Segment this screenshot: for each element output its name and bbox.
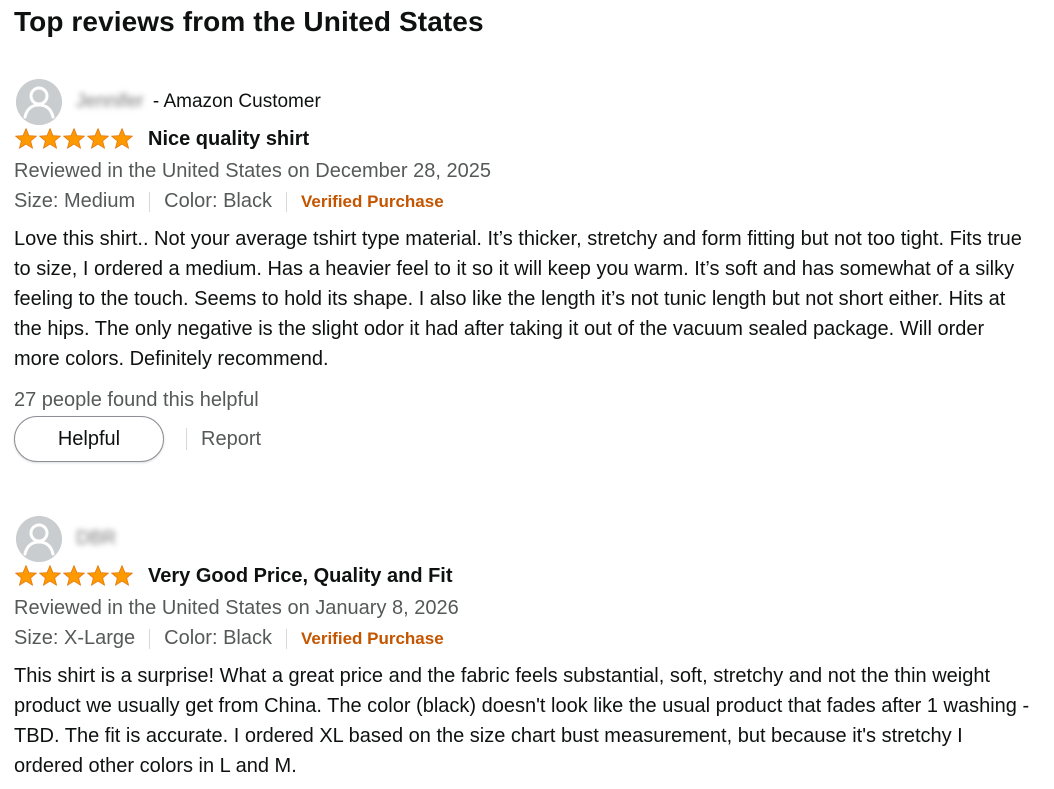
review-body: Love this shirt.. Not your average tshir… xyxy=(14,228,1022,370)
star-icon xyxy=(39,565,61,586)
avatar-icon xyxy=(16,79,62,125)
helpful-button[interactable]: Helpful xyxy=(14,416,164,462)
meta-divider xyxy=(149,628,151,649)
section-title: Top reviews from the United States xyxy=(14,6,484,37)
star-icon xyxy=(15,128,37,149)
reviewer-name-blurred: Jennifer xyxy=(76,91,144,112)
verified-purchase-badge[interactable]: Verified Purchase xyxy=(301,192,444,212)
reviewer-profile[interactable]: Jennifer - Amazon Customer xyxy=(14,78,321,126)
star-icon xyxy=(63,128,85,149)
star-rating[interactable] xyxy=(14,127,134,151)
review-title[interactable]: Very Good Price, Quality and Fit xyxy=(148,565,453,588)
verified-purchase-badge[interactable]: Verified Purchase xyxy=(301,629,444,649)
color-variant[interactable]: Color: Black xyxy=(164,190,272,213)
star-icon xyxy=(63,565,85,586)
review-meta: Size: Medium Color: Black Verified Purch… xyxy=(14,190,444,213)
size-variant[interactable]: Size: Medium xyxy=(14,190,135,213)
meta-divider xyxy=(285,628,287,649)
star-icon xyxy=(87,128,109,149)
meta-divider xyxy=(149,191,151,212)
reviewer-name: Jennifer - Amazon Customer xyxy=(76,91,321,113)
review-date: Reviewed in the United States on Decembe… xyxy=(14,160,491,182)
star-icon xyxy=(87,565,109,586)
report-link[interactable]: Report xyxy=(201,428,261,451)
star-icon xyxy=(39,128,61,149)
color-variant[interactable]: Color: Black xyxy=(164,627,272,650)
review-body: This shirt is a surprise! What a great p… xyxy=(14,665,1030,777)
reviewer-name-blurred: DBR xyxy=(76,528,117,549)
reviewer-name: DBR xyxy=(76,528,120,550)
meta-divider xyxy=(285,191,287,212)
reviewer-profile[interactable]: DBR xyxy=(14,515,120,563)
reviewer-suffix: - Amazon Customer xyxy=(147,91,321,112)
review-date: Reviewed in the United States on January… xyxy=(14,597,459,619)
star-rating[interactable] xyxy=(14,564,134,588)
review-meta: Size: X-Large Color: Black Verified Purc… xyxy=(14,627,444,650)
review-title[interactable]: Nice quality shirt xyxy=(148,128,309,151)
star-icon xyxy=(111,128,133,149)
review-actions: Helpful Report xyxy=(14,416,261,462)
action-divider xyxy=(186,428,187,450)
helpful-count: 27 people found this helpful xyxy=(14,389,259,411)
size-variant[interactable]: Size: X-Large xyxy=(14,627,135,650)
avatar-icon xyxy=(16,516,62,562)
star-icon xyxy=(15,565,37,586)
rating-row: Very Good Price, Quality and Fit xyxy=(14,564,453,588)
rating-row: Nice quality shirt xyxy=(14,127,309,151)
star-icon xyxy=(111,565,133,586)
